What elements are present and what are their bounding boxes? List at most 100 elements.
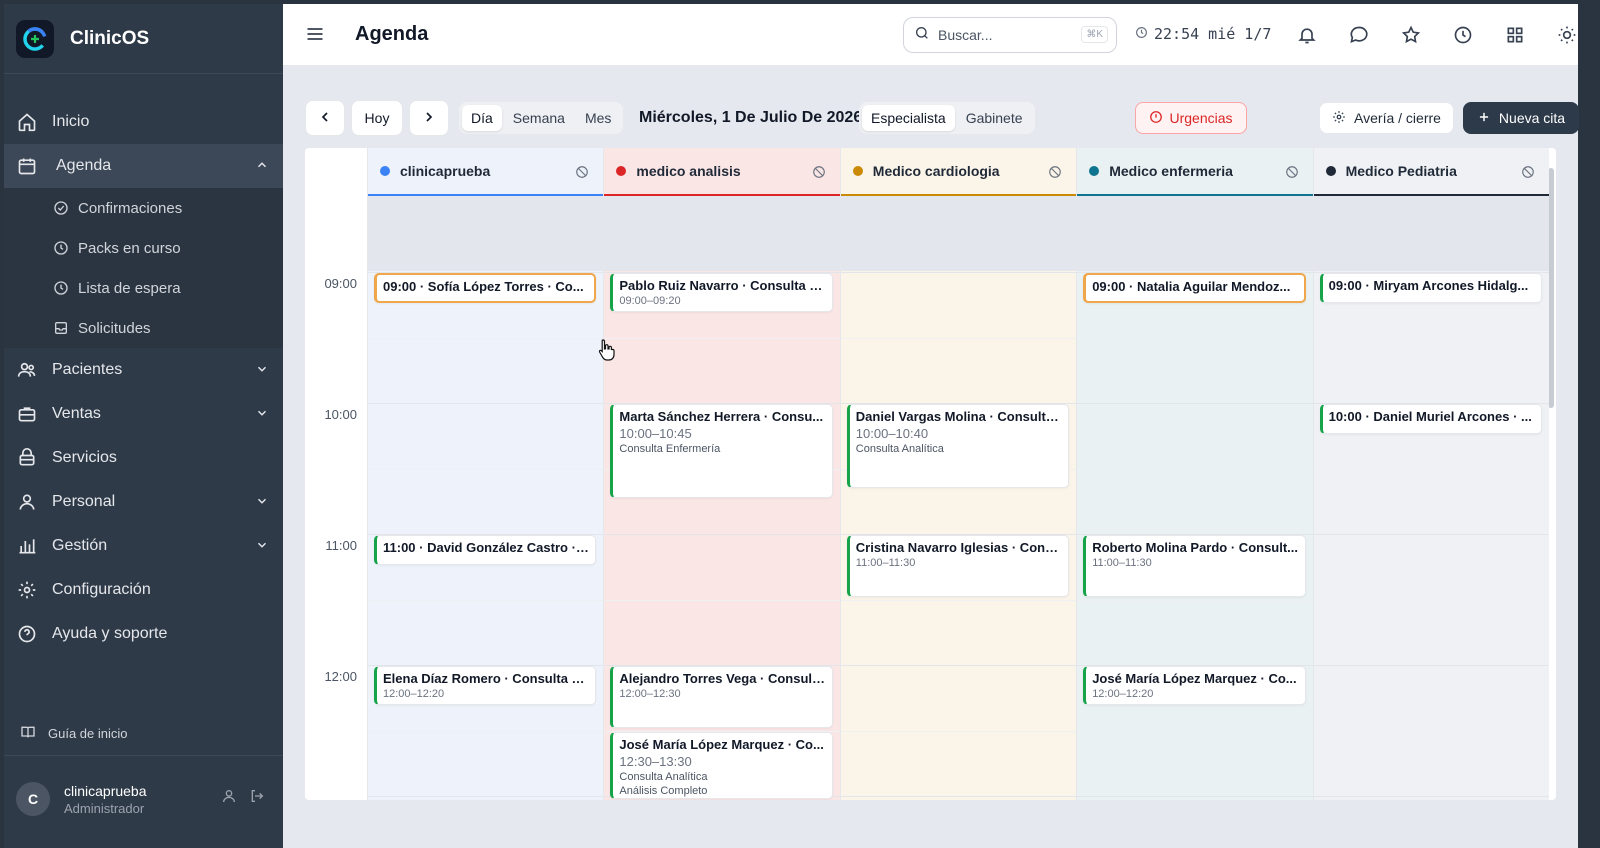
home-icon (16, 111, 38, 133)
breakdown-button[interactable]: Avería / cierre (1319, 102, 1454, 134)
column-header[interactable]: Medico cardiologia (840, 148, 1077, 196)
chevron-down-icon (255, 362, 269, 381)
sidebar-item-agenda[interactable]: Agenda (4, 144, 283, 188)
appointment-card[interactable]: 09:00 · Natalia Aguilar Mendoz... (1083, 273, 1306, 303)
half-hour-line (1077, 468, 1313, 470)
clock-icon (52, 239, 70, 257)
appointment-card[interactable]: Elena Díaz Romero · Consulta G... 12:00–1… (374, 666, 597, 706)
block-icon[interactable] (575, 165, 589, 182)
chevron-left-icon (317, 109, 333, 128)
avatar[interactable]: C (16, 782, 50, 816)
sidebar-item-ventas[interactable]: Ventas (4, 392, 283, 436)
clock-icon (52, 279, 70, 297)
column-header[interactable]: medico analisis (604, 148, 840, 196)
brand[interactable]: ClinicOS (4, 4, 283, 74)
view-day-tab[interactable]: Día (462, 105, 502, 131)
sidebar-item-inicio[interactable]: Inicio (4, 100, 283, 144)
appointment-card[interactable]: José María López Marquez · Co... 12:00–12… (1083, 666, 1306, 706)
new-appointment-label: Nueva cita (1498, 110, 1566, 126)
appointment-card[interactable]: 09:00 · Miryam Arcones Hidalg... (1319, 273, 1542, 303)
sidebar-item-servicios[interactable]: Servicios (4, 436, 283, 480)
main-content: Agenda ⌘K 22:54 mié 1/7 (283, 4, 1579, 848)
urgent-label: Urgencias (1169, 110, 1233, 126)
appointment-card[interactable]: Marta Sánchez Herrera · Consu... 10:00–10… (610, 404, 833, 499)
specialist-column[interactable]: Medico cardiologia Daniel Vargas Molina ·… (839, 148, 1077, 800)
sidebar-item-pacientes[interactable]: Pacientes (4, 348, 283, 392)
chevron-down-icon (255, 494, 269, 513)
off-hours-block (368, 196, 604, 271)
group-cabinet-tab[interactable]: Gabinete (957, 105, 1032, 131)
sidebar-subitem-solicitudes[interactable]: Solicitudes (4, 308, 283, 348)
sidebar-item-personal[interactable]: Personal (4, 480, 283, 524)
specialist-column[interactable]: clinicaprueba 09:00 · Sofía López Torres … (367, 148, 604, 800)
specialist-column[interactable]: medico analisis Pablo Ruiz Navarro · Cons… (603, 148, 840, 800)
appointment-time: 10:00–10:40 (855, 426, 929, 441)
sidebar-subitem-confirmaciones[interactable]: Confirmaciones (4, 188, 283, 228)
sidebar-item-configuracion[interactable]: Configuración (4, 568, 283, 612)
sidebar-subitem-lista-espera[interactable]: Lista de espera (4, 268, 283, 308)
column-header[interactable]: clinicaprueba (368, 148, 604, 196)
specialist-column[interactable]: Medico Pediatria 09:00 · Miryam Arcones H… (1312, 148, 1549, 800)
sidebar-item-ayuda[interactable]: Ayuda y soporte (4, 612, 283, 656)
appointment-card[interactable]: José María López Marquez · Co... 12:30–13… (610, 731, 833, 799)
hamburger-menu-icon[interactable] (305, 24, 325, 49)
block-icon[interactable] (812, 165, 826, 182)
group-specialist-tab[interactable]: Especialista (862, 105, 955, 131)
appointment-card[interactable]: 09:00 · Sofía López Torres · Co... (374, 273, 597, 303)
time-column: 08:0009:0010:0011:0012:00 (305, 148, 367, 800)
guide-link[interactable]: Guía de inicio (4, 712, 283, 756)
grid-icon[interactable] (1503, 23, 1527, 47)
bell-icon[interactable] (1295, 23, 1319, 47)
new-appointment-button[interactable]: Nueva cita (1463, 102, 1579, 134)
appointment-title: Daniel Vargas Molina · Consulta... (855, 409, 1063, 424)
hour-line (1313, 665, 1549, 666)
hour-line (368, 403, 604, 404)
search-input[interactable] (938, 27, 1068, 43)
sidebar-item-gestion[interactable]: Gestión (4, 524, 283, 568)
logout-icon[interactable] (249, 788, 265, 809)
star-icon[interactable] (1399, 23, 1423, 47)
column-header[interactable]: Medico enfermeria (1077, 148, 1313, 196)
view-month-tab[interactable]: Mes (576, 105, 620, 131)
top-actions (1295, 23, 1579, 47)
block-icon[interactable] (1521, 165, 1535, 182)
app-name: ClinicOS (70, 27, 150, 49)
off-hours-block (840, 196, 1077, 271)
chat-icon[interactable] (1347, 23, 1371, 47)
hour-line (1077, 403, 1313, 404)
search-icon (914, 25, 930, 46)
prev-day-button[interactable] (305, 100, 345, 136)
appointment-card[interactable]: 11:00 · David González Castro · ... (374, 535, 597, 565)
sun-icon[interactable] (1555, 23, 1579, 47)
view-week-tab[interactable]: Semana (504, 105, 574, 131)
sidebar-subitem-packs[interactable]: Packs en curso (4, 228, 283, 268)
view-switcher: Día Semana Mes (459, 102, 624, 134)
history-icon[interactable] (1451, 23, 1475, 47)
appointment-title: 09:00 · Sofía López Torres · Co... (383, 279, 584, 294)
user-profile-icon[interactable] (221, 788, 237, 809)
urgent-button[interactable]: Urgencias (1135, 102, 1247, 134)
block-icon[interactable] (1048, 165, 1062, 182)
appointment-service: Consulta Enfermería (619, 443, 721, 455)
next-day-button[interactable] (409, 100, 449, 136)
appointment-card[interactable]: 10:00 · Daniel Muriel Arcones · ... (1319, 404, 1542, 434)
appointment-card[interactable]: Cristina Navarro Iglesias · Cons... 11:00… (846, 535, 1070, 597)
block-icon[interactable] (1285, 165, 1299, 182)
sidebar: ClinicOS Inicio Agenda Confirmaciones Pa… (4, 4, 283, 848)
hour-line (1077, 796, 1313, 797)
today-button[interactable]: Hoy (351, 100, 403, 136)
appointment-card[interactable]: Pablo Ruiz Navarro · Consulta E... 09:00–… (610, 273, 833, 313)
sidebar-subitem-label: Packs en curso (78, 239, 181, 257)
appointment-card[interactable]: Alejandro Torres Vega · Consult... 12:00–… (610, 666, 833, 728)
time-label: 12:00 (324, 669, 357, 684)
appointment-card[interactable]: Daniel Vargas Molina · Consulta... 10:00–… (846, 404, 1070, 488)
sidebar-item-label: Pacientes (52, 361, 123, 378)
sidebar-item-label: Inicio (52, 113, 90, 130)
appointment-card[interactable]: Roberto Molina Pardo · Consult... 11:00–1… (1083, 535, 1306, 597)
search-box[interactable]: ⌘K (903, 17, 1117, 53)
specialist-column[interactable]: Medico enfermeria 09:00 · Natalia Aguilar… (1076, 148, 1313, 800)
appointment-service: Consulta Analítica (619, 770, 708, 783)
half-hour-line (1313, 468, 1549, 470)
half-hour-line (368, 468, 604, 470)
column-header[interactable]: Medico Pediatria (1313, 148, 1549, 196)
